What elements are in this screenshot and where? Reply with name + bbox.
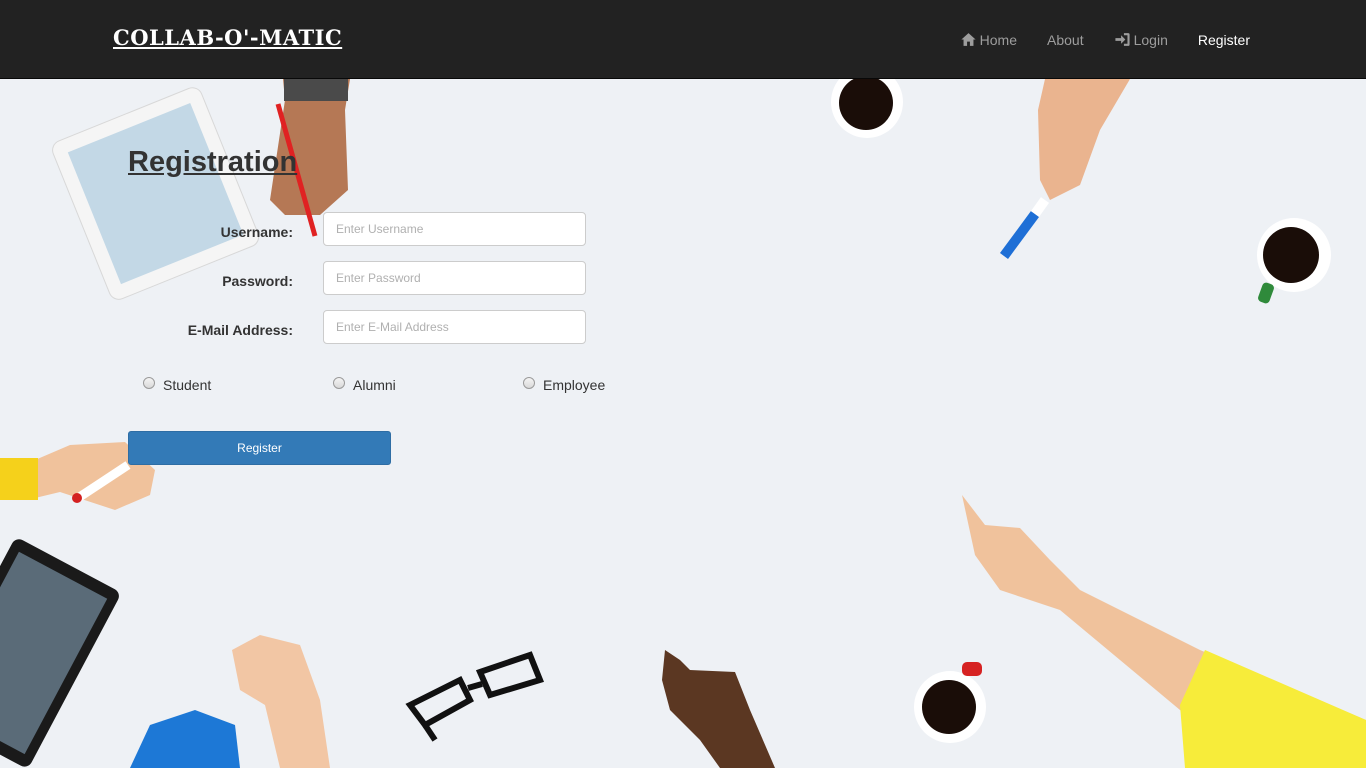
role-option-employee[interactable]: Employee bbox=[523, 377, 605, 393]
student-radio-label: Student bbox=[163, 377, 212, 393]
alumni-radio-button[interactable] bbox=[333, 377, 345, 389]
nav-register-label: Register bbox=[1197, 31, 1250, 48]
password-input[interactable] bbox=[323, 261, 586, 295]
register-submit-button[interactable]: Register bbox=[128, 431, 391, 465]
student-radio-button[interactable] bbox=[143, 377, 155, 389]
email-input[interactable] bbox=[323, 310, 586, 344]
nav-about-link[interactable]: About bbox=[1047, 32, 1084, 48]
nav-login-label: Login bbox=[1133, 31, 1168, 48]
login-icon bbox=[1115, 33, 1130, 46]
top-navbar: COLLAB-O'-MATIC Home About Login Registe… bbox=[0, 0, 1366, 79]
page-title: Registration bbox=[128, 146, 298, 178]
alumni-radio-label: Alumni bbox=[353, 377, 396, 393]
nav-home-label: Home bbox=[979, 31, 1017, 48]
role-option-student[interactable]: Student bbox=[143, 377, 211, 393]
brand-logo[interactable]: COLLAB-O'-MATIC bbox=[113, 25, 342, 50]
employee-radio-label: Employee bbox=[543, 377, 606, 393]
password-label: Password: bbox=[222, 273, 293, 289]
username-input[interactable] bbox=[323, 212, 586, 246]
nav-menu: Home About Login Register bbox=[930, 0, 1250, 79]
home-icon bbox=[961, 33, 976, 46]
nav-about-label: About bbox=[1047, 31, 1084, 48]
username-label: Username: bbox=[220, 224, 293, 240]
nav-login-link[interactable]: Login bbox=[1114, 31, 1168, 48]
nav-register-link[interactable]: Register bbox=[1198, 32, 1250, 48]
nav-home-link[interactable]: Home bbox=[960, 31, 1017, 48]
role-option-alumni[interactable]: Alumni bbox=[333, 377, 396, 393]
employee-radio-button[interactable] bbox=[523, 377, 535, 389]
email-label: E-Mail Address: bbox=[187, 322, 293, 338]
